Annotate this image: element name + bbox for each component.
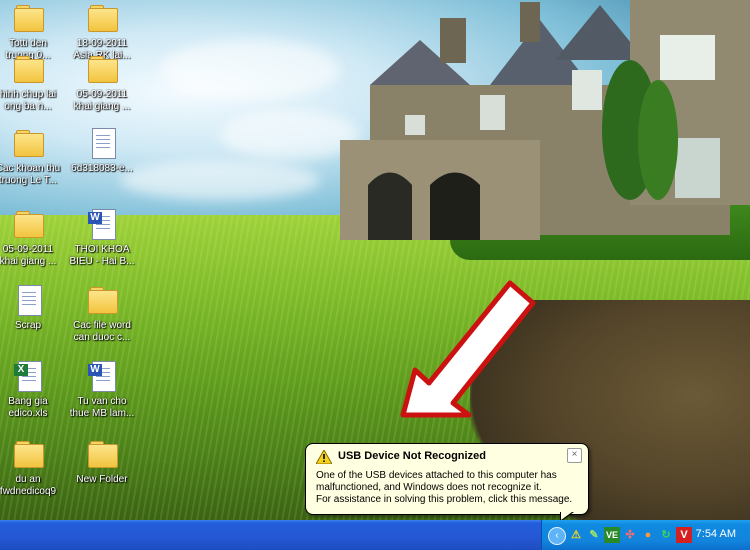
desktop-icon[interactable]: 05-09-2011 khai giang ... <box>0 208 66 268</box>
desktop-icon-label: 05-09-2011 khai giang ... <box>73 89 131 112</box>
close-icon[interactable]: × <box>567 448 582 463</box>
sync-icon[interactable]: ↻ <box>658 527 674 543</box>
clock[interactable]: 7:54 AM <box>696 528 736 540</box>
usb-warning-icon[interactable]: ⚠ <box>568 527 584 543</box>
document-icon <box>86 127 118 159</box>
desktop-icon[interactable]: New Folder <box>64 438 140 486</box>
desktop-icon[interactable]: X Bang gia edico.xls <box>0 360 66 420</box>
notification-line-3: For assistance in solving this problem, … <box>316 494 573 505</box>
folder-icon <box>86 53 118 85</box>
desktop-icon-label: Bang gia edico.xls <box>8 396 48 419</box>
desktop-icon-label: New Folder <box>76 474 128 485</box>
folder-icon <box>12 127 44 159</box>
desktop-icon[interactable]: 6d318083-e... <box>64 127 140 175</box>
document-icon <box>12 284 44 316</box>
usb-notification-balloon[interactable]: USB Device Not Recognized × One of the U… <box>305 443 589 515</box>
antivirus-icon[interactable]: V <box>676 527 692 543</box>
notification-title: USB Device Not Recognized <box>338 450 486 462</box>
desktop-icon-label: hinh chup lai ong ba n... <box>0 89 57 112</box>
desktop-icon-label: THOI KHOA BIEU - Hai B... <box>69 244 135 267</box>
ve-icon[interactable]: VE <box>604 527 620 543</box>
desktop-icon-label: du an fwdnedicoq9 <box>0 474 57 497</box>
system-tray: ‹ ⚠ ✎ VE ✣ ● ↻ V 7:54 AM <box>541 520 750 550</box>
shield-icon[interactable]: ● <box>640 527 656 543</box>
word-document-icon: W <box>86 360 118 392</box>
red-arrow-annotation <box>400 280 536 418</box>
folder-icon <box>12 53 44 85</box>
desktop-icon[interactable]: du an fwdnedicoq9 <box>0 438 66 498</box>
desktop-icon[interactable]: 05-09-2011 khai giang ... <box>64 53 140 113</box>
taskbar: ‹ ⚠ ✎ VE ✣ ● ↻ V 7:54 AM <box>0 520 750 550</box>
desktop-icon[interactable]: Cac file word can duoc c... <box>64 284 140 344</box>
folder-icon <box>12 438 44 470</box>
desktop-icon-label: 05-09-2011 khai giang ... <box>0 244 57 267</box>
folder-icon <box>12 208 44 240</box>
desktop-icon-label: Tu van cho thue MB lam... <box>69 396 135 419</box>
desktop-icon-label: Scrap <box>14 320 42 331</box>
warning-icon <box>316 450 332 464</box>
desktop-icon[interactable]: Cac khoan thu truong Le T... <box>0 127 66 187</box>
desktop-icon[interactable]: W Tu van cho thue MB lam... <box>64 360 140 420</box>
folder-icon <box>86 284 118 316</box>
word-document-icon: W <box>86 208 118 240</box>
castle <box>340 0 750 240</box>
desktop-icon[interactable]: Scrap <box>0 284 66 332</box>
folder-icon <box>12 2 44 34</box>
desktop-icon-label: Cac file word can duoc c... <box>73 320 131 343</box>
show-hidden-icons-button[interactable]: ‹ <box>548 527 566 545</box>
excel-document-icon: X <box>12 360 44 392</box>
desktop-icon-label: Cac khoan thu truong Le T... <box>0 163 61 186</box>
desktop-icon-label: 6d318083-e... <box>71 163 133 174</box>
notification-line-2: malfunctioned, and Windows does not reco… <box>316 482 542 493</box>
pen-icon[interactable]: ✎ <box>586 527 602 543</box>
folder-icon <box>86 2 118 34</box>
notification-line-1: One of the USB devices attached to this … <box>316 470 557 481</box>
network-icon[interactable]: ✣ <box>622 527 638 543</box>
desktop-icon[interactable]: W THOI KHOA BIEU - Hai B... <box>64 208 140 268</box>
notification-message: One of the USB devices attached to this … <box>316 470 578 506</box>
desktop-icon[interactable]: hinh chup lai ong ba n... <box>0 53 66 113</box>
folder-icon <box>86 438 118 470</box>
